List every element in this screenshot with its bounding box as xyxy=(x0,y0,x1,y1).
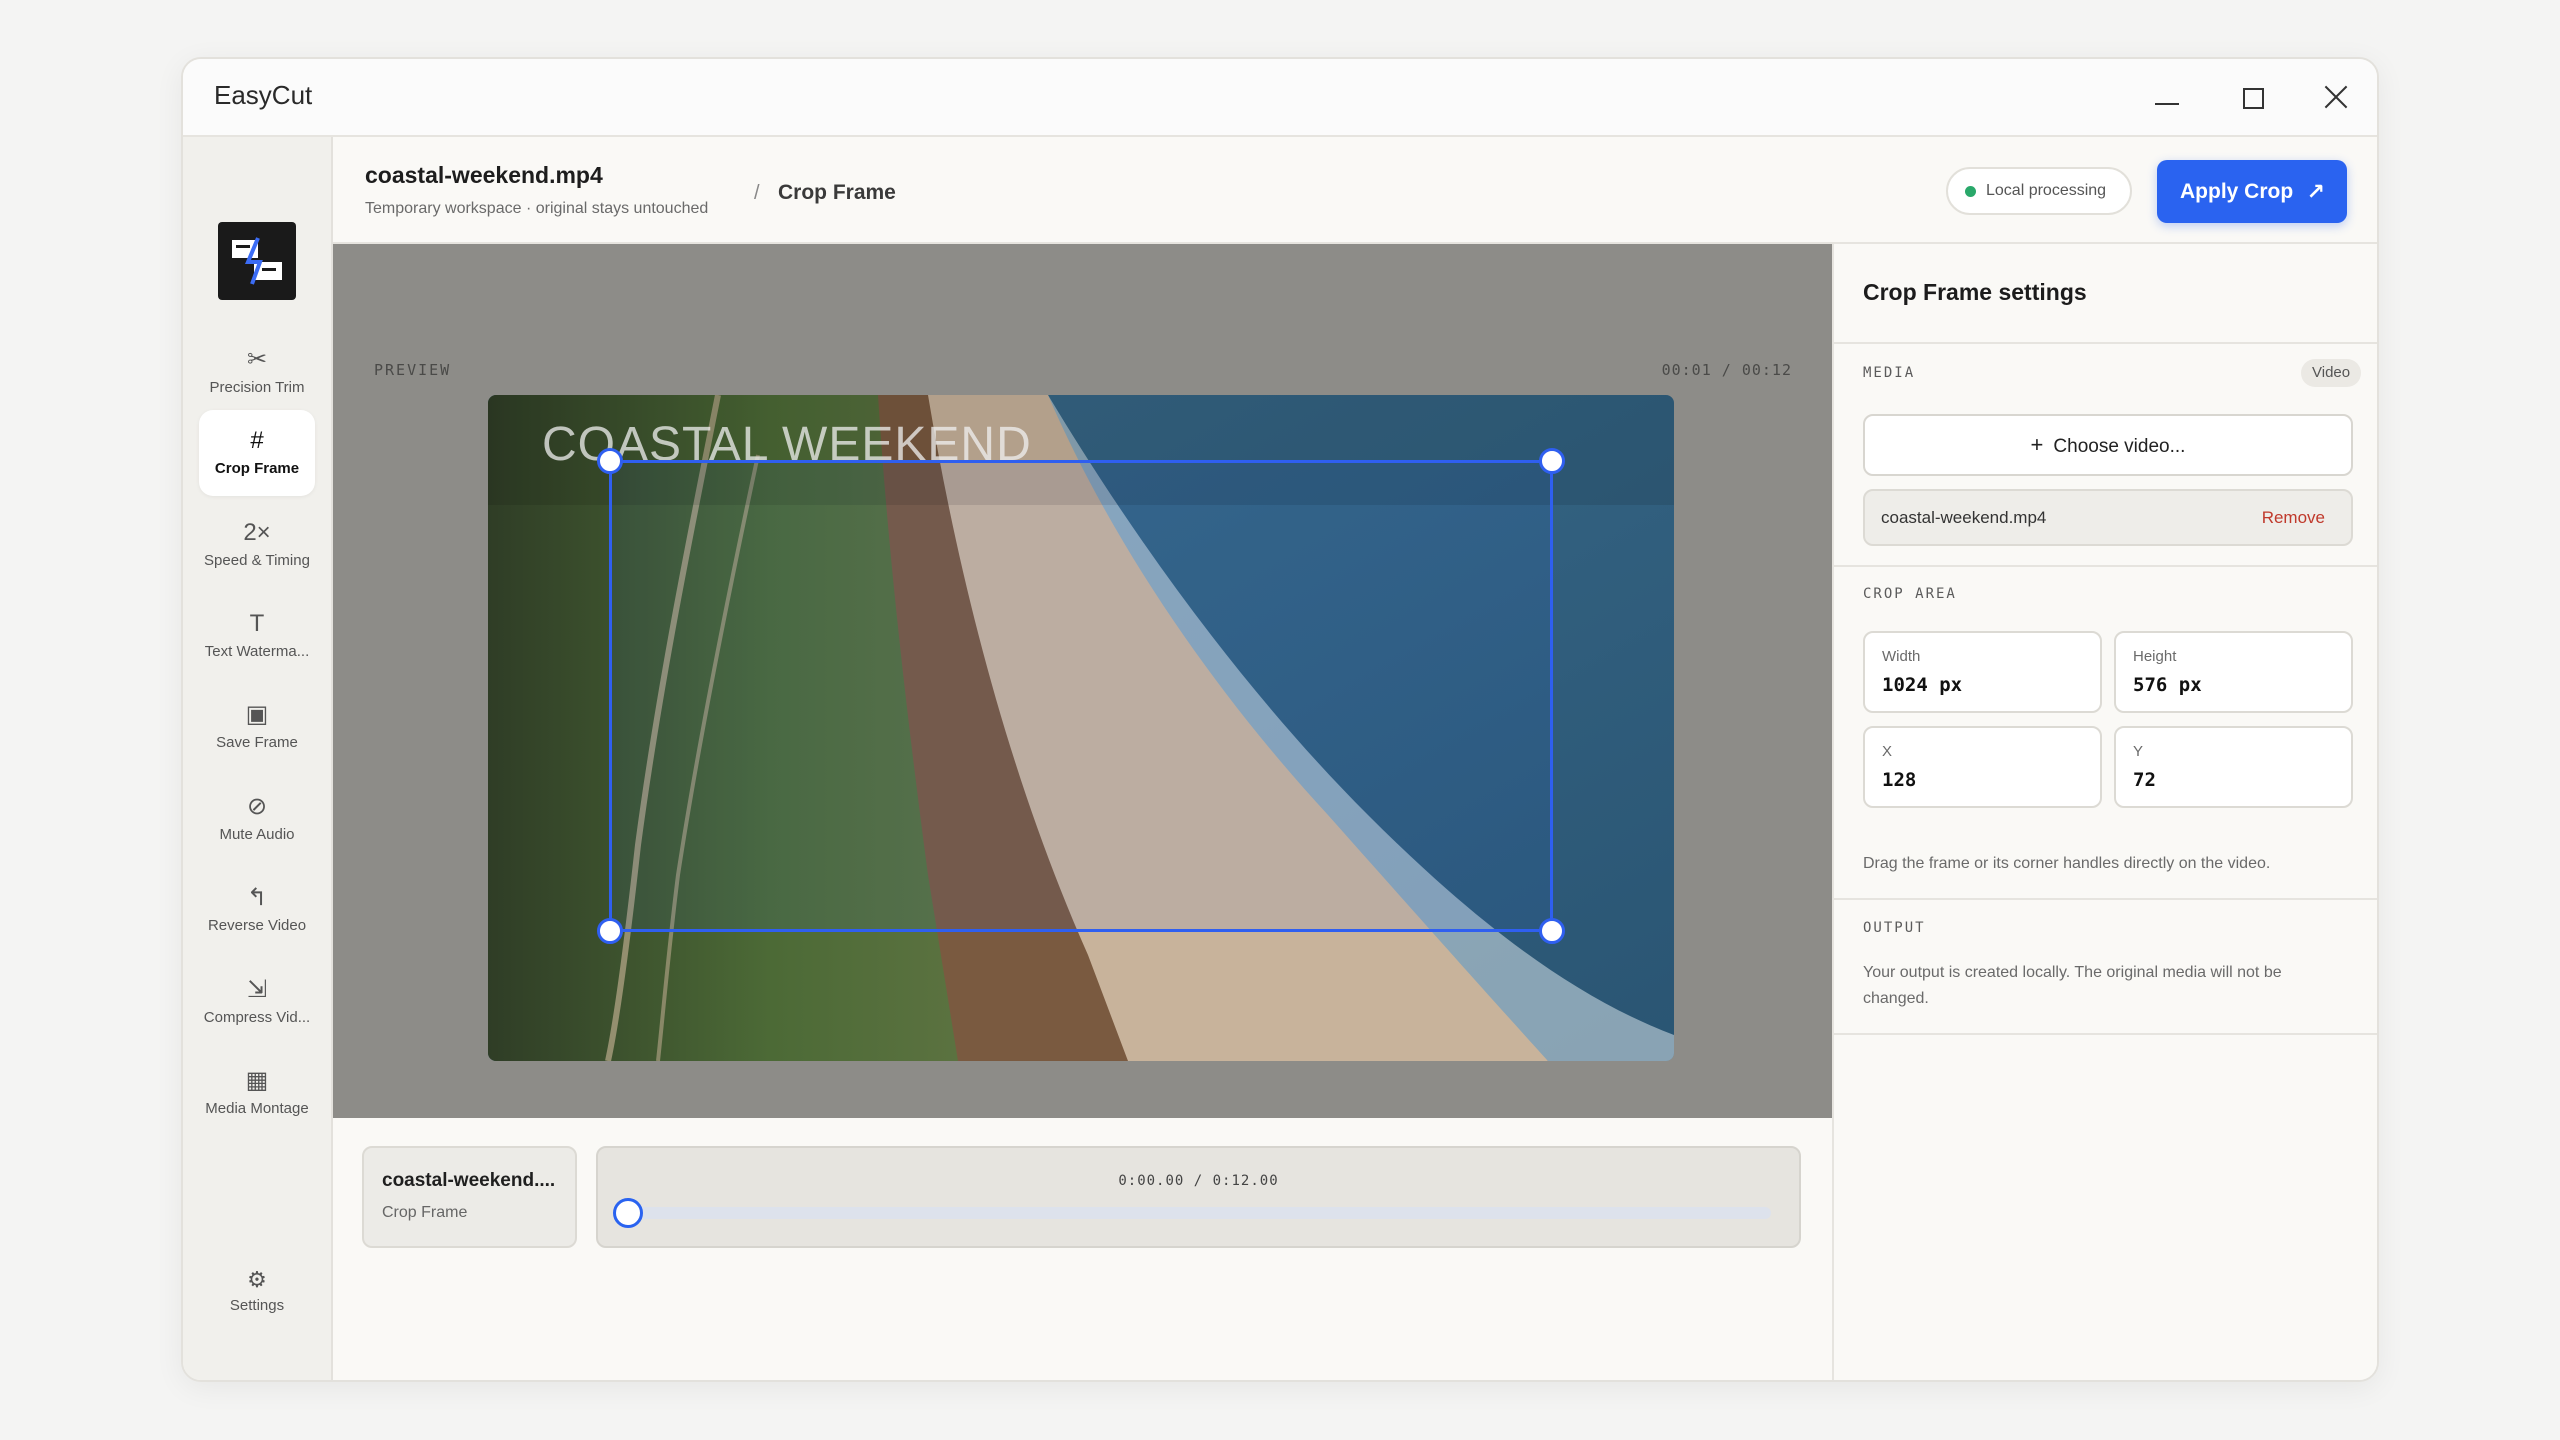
scissors-icon: ✂ xyxy=(246,346,268,373)
sidebar-item-label: Media Montage xyxy=(205,1100,309,1117)
media-type-badge: Video xyxy=(2301,359,2362,387)
mute-icon: ⊘ xyxy=(246,793,268,820)
field-value: 1024 px xyxy=(1882,674,1963,696)
video-preview[interactable]: COASTAL WEEKEND xyxy=(488,395,1674,1061)
preview-area: PREVIEW 00:01 / 00:12 COASTAL WEEKEND xyxy=(333,244,1832,1118)
crop-hint-text: Drag the frame or its corner handles dir… xyxy=(1863,855,2271,872)
gear-icon: ⚙ xyxy=(247,1267,267,1292)
reverse-icon: ↰ xyxy=(246,884,268,911)
status-badge: Local processing xyxy=(1946,167,2132,215)
timeline-track[interactable] xyxy=(628,1207,1771,1219)
app-logo xyxy=(218,222,296,300)
editor-header: coastal-weekend.mp4 Temporary workspace … xyxy=(333,137,2377,244)
clip-name: coastal-weekend.... xyxy=(382,1170,556,1191)
divider xyxy=(1834,1033,2377,1035)
timeline-timecode: 0:00.00 / 0:12.00 xyxy=(1118,1173,1279,1189)
minimize-button[interactable] xyxy=(2149,79,2185,115)
settings-panel: Crop Frame settings MEDIA Video + Choose … xyxy=(1832,244,2377,1380)
crop-width-field[interactable]: Width 1024 px xyxy=(1863,631,2102,713)
compress-icon: ⇲ xyxy=(246,976,268,1003)
crop-area-section-label: CROP AREA xyxy=(1863,586,1957,602)
crop-handle-top-right[interactable] xyxy=(1539,448,1565,474)
crop-handle-bottom-left[interactable] xyxy=(597,918,623,944)
field-value: 576 px xyxy=(2133,674,2202,696)
breadcrumb-separator: / xyxy=(754,182,760,204)
apply-crop-button[interactable]: Apply Crop ↗ xyxy=(2157,160,2347,223)
sidebar-item-speed-timing[interactable]: 2× Speed & Timing xyxy=(199,502,315,588)
sidebar-item-mute-audio[interactable]: ⊘ Mute Audio xyxy=(199,776,315,862)
sidebar-item-reverse-video[interactable]: ↰ Reverse Video xyxy=(199,867,315,953)
sidebar-item-media-montage[interactable]: ▦ Media Montage xyxy=(199,1050,315,1136)
tool-sidebar: ✂ Precision Trim # Crop Frame 2× Speed &… xyxy=(183,137,333,1380)
clip-card[interactable]: coastal-weekend.... Crop Frame xyxy=(362,1146,577,1248)
clip-mode: Crop Frame xyxy=(382,1204,468,1221)
text-icon: T xyxy=(249,610,265,637)
preview-timecode: 00:01 / 00:12 xyxy=(1661,361,1792,379)
divider xyxy=(1834,565,2377,567)
field-label: Y xyxy=(2133,743,2144,760)
sidebar-item-settings[interactable]: ⚙ Settings xyxy=(199,1265,315,1335)
output-section-label: OUTPUT xyxy=(1863,920,1926,936)
sidebar-item-label: Reverse Video xyxy=(207,917,307,934)
apply-crop-label: Apply Crop xyxy=(2180,180,2294,203)
field-value: 72 xyxy=(2133,769,2156,791)
crop-height-field[interactable]: Height 576 px xyxy=(2114,631,2353,713)
title-bar: EasyCut xyxy=(183,59,2377,137)
crop-handle-bottom-right[interactable] xyxy=(1539,918,1565,944)
selected-file-row: coastal-weekend.mp4 Remove xyxy=(1863,489,2353,546)
sidebar-item-label: Compress Vid... xyxy=(203,1009,311,1026)
sidebar-item-text-watermark[interactable]: T Text Waterma... xyxy=(199,593,315,679)
sidebar-item-save-frame[interactable]: ▣ Save Frame xyxy=(199,684,315,770)
sidebar-item-label: Mute Audio xyxy=(219,826,295,843)
maximize-button[interactable] xyxy=(2234,79,2270,115)
file-title: coastal-weekend.mp4 xyxy=(365,162,603,188)
remove-file-button[interactable]: Remove xyxy=(2262,508,2325,528)
app-title: EasyCut xyxy=(214,80,313,110)
sidebar-item-label: Speed & Timing xyxy=(204,552,310,569)
field-label: Width xyxy=(1882,648,1921,665)
field-value: 128 xyxy=(1882,769,1917,791)
field-label: X xyxy=(1882,743,1893,760)
output-description: Your output is created locally. The orig… xyxy=(1863,964,2282,1007)
timeline: 0:00.00 / 0:12.00 xyxy=(596,1146,1801,1248)
panel-title: Crop Frame settings xyxy=(1863,279,2087,305)
speed-icon: 2× xyxy=(243,519,271,546)
sidebar-item-compress-video[interactable]: ⇲ Compress Vid... xyxy=(199,959,315,1045)
crop-y-field[interactable]: Y 72 xyxy=(2114,726,2353,808)
status-label: Local processing xyxy=(1986,182,2107,199)
save-frame-icon: ▣ xyxy=(245,701,269,728)
crop-frame[interactable] xyxy=(597,448,1565,944)
crop-icon: # xyxy=(250,427,264,454)
choose-video-label: Choose video... xyxy=(2053,436,2186,457)
sidebar-item-precision-trim[interactable]: ✂ Precision Trim xyxy=(199,329,315,415)
divider xyxy=(1834,342,2377,344)
crop-handle-top-left[interactable] xyxy=(597,448,623,474)
plus-icon: + xyxy=(2030,432,2044,457)
sidebar-item-label: Text Waterma... xyxy=(204,643,310,660)
sidebar-item-label: Settings xyxy=(229,1297,285,1314)
status-dot-icon xyxy=(1965,186,1976,197)
sidebar-item-label: Crop Frame xyxy=(214,460,300,477)
file-subtitle: Temporary workspace · original stays unt… xyxy=(365,200,709,217)
crop-x-field[interactable]: X 128 xyxy=(1863,726,2102,808)
selected-file-name: coastal-weekend.mp4 xyxy=(1881,508,2047,527)
sidebar-item-label: Precision Trim xyxy=(209,379,305,396)
playhead-handle[interactable] xyxy=(613,1198,643,1228)
divider xyxy=(1834,898,2377,900)
preview-label: PREVIEW xyxy=(374,361,452,379)
media-section-label: MEDIA xyxy=(1863,365,1916,381)
close-button[interactable] xyxy=(2318,79,2354,115)
logo-icon xyxy=(232,237,282,285)
app-window: EasyCut ✂ Precision Trim # Crop Frame 2×… xyxy=(181,57,2379,1382)
choose-video-button[interactable]: + Choose video... xyxy=(1863,414,2353,476)
sidebar-item-crop-frame[interactable]: # Crop Frame xyxy=(199,410,315,496)
field-label: Height xyxy=(2133,648,2177,665)
breadcrumb-current: Crop Frame xyxy=(778,181,896,204)
arrow-up-right-icon: ↗ xyxy=(2306,179,2325,204)
montage-icon: ▦ xyxy=(245,1067,269,1094)
sidebar-item-label: Save Frame xyxy=(216,734,298,751)
